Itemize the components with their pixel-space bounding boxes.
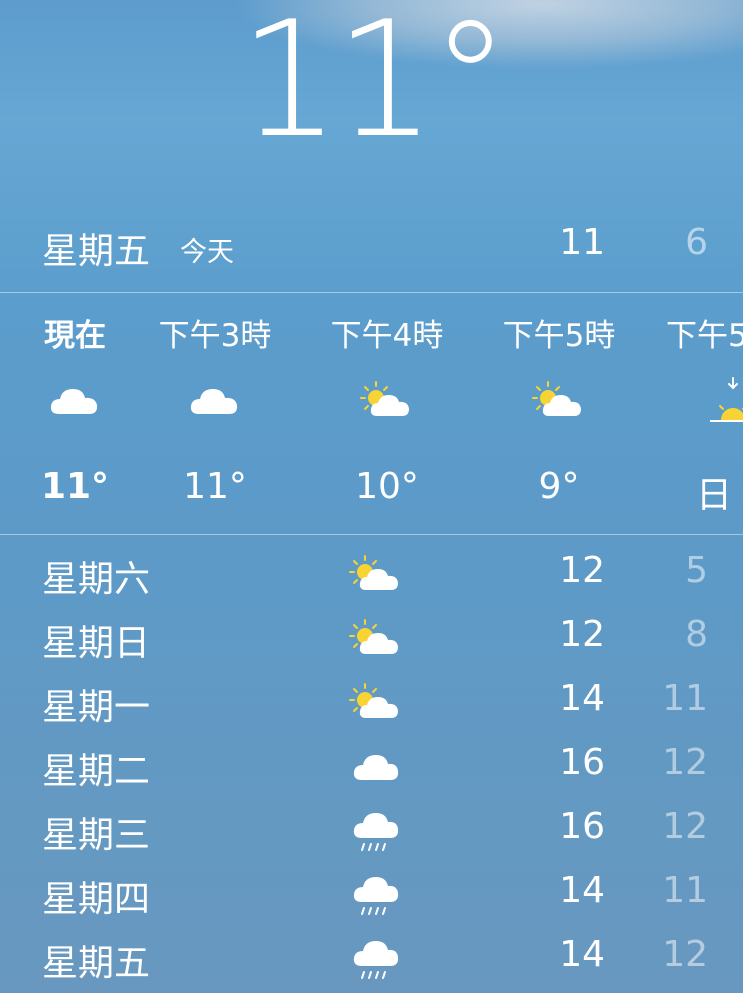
hour-time: 下午4時: [330, 318, 444, 354]
day-low: 8: [685, 614, 708, 655]
rain-icon: [348, 932, 404, 984]
day-row: 星期一 14 11: [0, 670, 743, 734]
rain-icon: [348, 868, 404, 920]
sunset-icon: [708, 376, 743, 422]
day-row: 星期六 12 5: [0, 542, 743, 606]
hour-item: 現在 11°: [0, 294, 150, 534]
day-low: 12: [662, 742, 708, 783]
hour-time: 下午3時: [158, 318, 272, 354]
cloud-icon: [348, 740, 404, 792]
partly-cloudy-icon: [348, 612, 404, 664]
hourly-forecast[interactable]: 現在 11° 下午3時 11° 下午4時 10° 下午5時 9° 下午5 日: [0, 294, 743, 534]
day-high: 16: [559, 742, 605, 783]
hour-time: 下午5時: [502, 318, 616, 354]
hour-item: 下午5時 9°: [484, 294, 634, 534]
day-low: 5: [685, 550, 708, 591]
day-row: 星期五 14 12: [0, 926, 743, 990]
day-high: 16: [559, 806, 605, 847]
day-name: 星期三: [42, 815, 151, 856]
day-high: 14: [559, 678, 605, 719]
today-high: 11: [559, 222, 605, 263]
day-name: 星期二: [42, 751, 151, 792]
divider-top: [0, 292, 743, 293]
divider-bottom: [0, 534, 743, 535]
hour-time: 下午5: [666, 318, 743, 354]
today-day-name: 星期五: [42, 231, 151, 272]
day-low: 11: [662, 678, 708, 719]
hour-item: 下午4時 10°: [312, 294, 462, 534]
hour-time: 現在: [44, 318, 106, 354]
day-name: 星期六: [42, 559, 151, 600]
current-temperature: 11°: [238, 0, 511, 173]
cloud-icon: [187, 380, 243, 420]
hour-temp: 10°: [355, 466, 419, 507]
today-label: 今天: [180, 237, 234, 268]
day-row: 星期四 14 11: [0, 862, 743, 926]
rain-icon: [348, 804, 404, 856]
day-row: 星期日 12 8: [0, 606, 743, 670]
partly-cloudy-icon: [348, 548, 404, 600]
partly-cloudy-icon: [531, 380, 587, 420]
day-high: 14: [559, 934, 605, 975]
day-name: 星期日: [42, 623, 151, 664]
day-name: 星期四: [42, 879, 151, 920]
hour-item: 下午5 日: [654, 294, 743, 534]
today-low: 6: [685, 222, 708, 263]
day-row: 星期三 16 12: [0, 798, 743, 862]
partly-cloudy-icon: [348, 676, 404, 728]
day-high: 14: [559, 870, 605, 911]
hour-temp: 11°: [183, 466, 247, 507]
hour-temp: 日: [696, 475, 733, 516]
day-low: 11: [662, 870, 708, 911]
partly-cloudy-icon: [359, 380, 415, 420]
day-low: 12: [662, 934, 708, 975]
day-name: 星期一: [42, 687, 151, 728]
day-high: 12: [559, 550, 605, 591]
day-high: 12: [559, 614, 605, 655]
hour-item: 下午3時 11°: [140, 294, 290, 534]
today-row: 星期五 今天 11 6: [0, 216, 743, 272]
hour-temp: 9°: [538, 466, 580, 507]
hour-temp: 11°: [40, 466, 110, 507]
day-name: 星期五: [42, 943, 151, 984]
day-low: 12: [662, 806, 708, 847]
cloud-icon: [47, 380, 103, 420]
day-row: 星期二 16 12: [0, 734, 743, 798]
